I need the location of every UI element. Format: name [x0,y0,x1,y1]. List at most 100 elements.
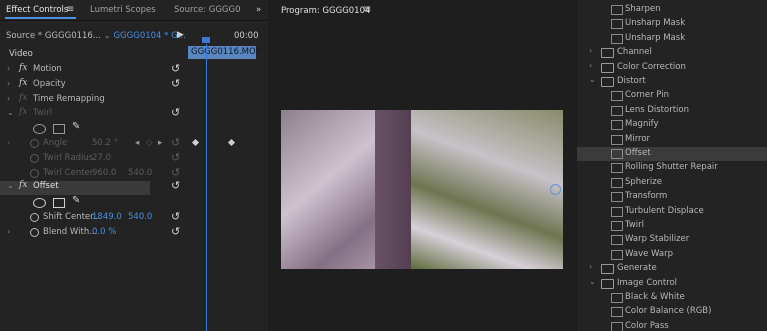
param-row-angle[interactable]: › Angle 50.2 ° ◂ ◇ ▸ ↺ [0,136,188,152]
reset-icon[interactable]: ↺ [171,136,180,149]
fx-icon[interactable]: fx [19,78,27,88]
param-value-twirl-radius[interactable]: 27.0 [92,153,111,163]
effect-icon [611,91,623,102]
param-row-twirl-radius[interactable]: Twirl Radius 27.0 ↺ [0,151,188,167]
chevron-right-icon[interactable]: › [7,94,10,103]
fx-icon[interactable]: fx [19,93,27,103]
effects-item[interactable]: Color Balance (RGB) [577,305,767,319]
tab-lumetri-scopes[interactable]: Lumetri Scopes [90,5,156,15]
param-value-twirl-center-x[interactable]: 960.0 [92,168,116,178]
keyframe-marker[interactable] [227,138,236,147]
effects-item[interactable]: Black & White [577,291,767,305]
chevron-down-icon[interactable]: ⌄ [589,277,596,286]
effects-folder[interactable]: › Color Correction [577,61,767,75]
source-clip-dropdown[interactable]: Source * GGGG0116... [6,31,101,41]
reset-icon[interactable]: ↺ [171,62,180,75]
chevron-right-icon[interactable]: › [589,262,592,271]
param-value-angle[interactable]: 50.2 ° [92,138,118,148]
param-row-twirl-center[interactable]: Twirl Center 960.0 540.0 ↺ [0,166,188,182]
ellipse-mask-icon[interactable] [33,198,46,208]
center-crosshair-icon[interactable] [550,184,561,195]
effects-item[interactable]: Turbulent Displace [577,205,767,219]
param-value-twirl-center-y[interactable]: 540.0 [128,168,152,178]
rectangle-mask-icon[interactable] [53,198,65,208]
chevron-down-icon[interactable]: ⌄ [589,75,596,84]
reset-icon[interactable]: ↺ [171,77,180,90]
effect-row-motion[interactable]: › fx Motion ↺ [0,62,188,78]
effects-item-label: Channel [617,47,652,58]
add-keyframe-icon[interactable]: ◇ [146,138,153,148]
chevron-down-icon[interactable]: ⌄ [7,181,14,190]
stopwatch-icon[interactable] [30,228,39,237]
reset-icon[interactable]: ↺ [171,151,180,164]
chevron-right-icon[interactable]: › [7,227,10,236]
reset-icon[interactable]: ↺ [171,179,180,192]
effects-item[interactable]: Lens Distortion [577,104,767,118]
ellipse-mask-icon[interactable] [33,124,46,134]
chevron-down-icon[interactable]: ⌄ [7,108,14,117]
param-value-shift-center-x[interactable]: 1849.0 [92,212,122,222]
prev-keyframe-icon[interactable]: ◂ [135,138,139,148]
overflow-icon[interactable]: » [256,5,261,15]
chevron-right-icon[interactable]: › [589,61,592,70]
chevron-down-icon[interactable]: ⌄ [104,31,111,41]
stopwatch-icon[interactable] [30,213,39,222]
fx-icon[interactable]: fx [19,63,27,73]
video-frame[interactable] [281,110,563,269]
effects-item[interactable]: Twirl [577,219,767,233]
tab-source[interactable]: Source: GGGG0104 [174,5,240,15]
effects-item[interactable]: Magnify [577,118,767,132]
effects-item[interactable]: Unsharp Mask [577,17,767,31]
panel-menu-icon[interactable]: ≡ [66,5,74,15]
reset-icon[interactable]: ↺ [171,225,180,238]
effects-item[interactable]: Sharpen [577,3,767,17]
effects-item[interactable]: Offset [577,147,767,161]
effects-item[interactable]: Warp Stabilizer [577,233,767,247]
panel-menu-icon[interactable]: ≡ [363,5,371,15]
effects-item[interactable]: Corner Pin [577,89,767,103]
effects-folder[interactable]: › Channel [577,46,767,60]
chevron-right-icon[interactable]: › [589,46,592,55]
effects-item[interactable]: Transform [577,190,767,204]
fx-icon[interactable]: fx [19,107,27,117]
chevron-right-icon[interactable]: › [7,79,10,88]
pen-mask-icon[interactable]: ✎ [72,121,80,132]
effect-row-opacity[interactable]: › fx Opacity ↺ [0,77,188,93]
effects-item[interactable]: Wave Warp [577,248,767,262]
effects-folder[interactable]: ⌄ Image Control [577,277,767,291]
param-value-shift-center-y[interactable]: 540.0 [128,212,152,222]
rectangle-mask-icon[interactable] [53,124,65,134]
play-icon[interactable]: ▶ [177,30,184,40]
chevron-right-icon[interactable]: › [7,138,10,147]
fx-icon[interactable]: fx [19,180,27,190]
stopwatch-icon[interactable] [30,139,39,148]
reset-icon[interactable]: ↺ [171,210,180,223]
stopwatch-icon[interactable] [30,154,39,163]
chevron-right-icon[interactable]: › [7,64,10,73]
effect-row-twirl[interactable]: ⌄ fx Twirl ↺ [0,106,188,122]
keyframe-marker[interactable] [191,138,200,147]
effects-item[interactable]: Spherize [577,176,767,190]
reset-icon[interactable]: ↺ [171,106,180,119]
pen-mask-icon[interactable]: ✎ [72,195,80,206]
reset-icon[interactable]: ↺ [171,166,180,179]
clip-bar[interactable]: GGGG0116.MOV [188,46,261,59]
param-value-blend[interactable]: 0.0 % [92,227,116,237]
effects-item[interactable]: Rolling Shutter Repair [577,161,767,175]
effects-item[interactable]: Color Pass [577,320,767,331]
playhead-handle[interactable] [202,37,210,43]
tab-effect-controls[interactable]: Effect Controls [6,5,68,15]
stopwatch-icon[interactable] [30,169,39,178]
effect-row-offset[interactable]: ⌄ fx Offset [0,180,150,195]
folder-icon [601,264,614,275]
sequence-dropdown[interactable]: GGGG0104 * G... [113,31,185,41]
next-keyframe-icon[interactable]: ▸ [158,138,162,148]
effects-folder[interactable]: ⌄ Distort [577,75,767,89]
effects-item[interactable]: Unsharp Mask [577,32,767,46]
effect-icon [611,235,623,246]
param-row-blend[interactable]: › Blend With... 0.0 % ↺ [0,225,188,241]
effects-item[interactable]: Mirror [577,133,767,147]
effect-row-time-remapping[interactable]: › fx Time Remapping [0,93,188,108]
param-row-shift-center[interactable]: Shift Center... 1849.0 540.0 ↺ [0,210,188,226]
effects-folder[interactable]: › Generate [577,262,767,276]
